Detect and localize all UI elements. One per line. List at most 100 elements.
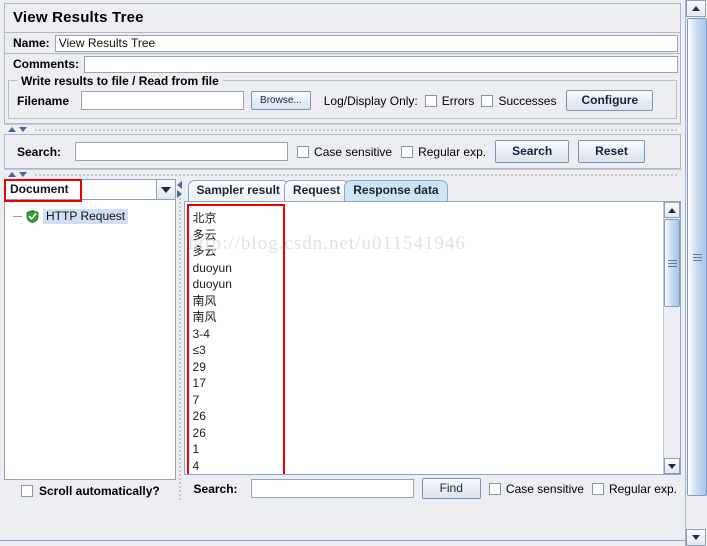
log-display-only-label: Log/Display Only:	[323, 93, 418, 108]
checkbox-box-icon	[297, 145, 310, 158]
successes-checkbox[interactable]: Successes	[481, 94, 556, 108]
response-line: 4	[192, 458, 200, 473]
collapse-down-icon[interactable]	[19, 127, 27, 132]
bottom-case-sensitive-checkbox[interactable]: Case sensitive	[488, 481, 584, 496]
divider-grip	[34, 174, 679, 176]
response-line: 26	[192, 409, 206, 423]
response-line: 7	[192, 392, 200, 407]
tree-connector-icon	[13, 215, 22, 217]
response-line: 26	[192, 425, 206, 440]
response-line: 17	[192, 376, 206, 390]
response-data-panel: http://blog.csdn.net/u011541946 北京 多云 多云…	[183, 201, 681, 475]
checkbox-box-icon	[591, 482, 604, 495]
response-line: ≤3	[192, 343, 206, 357]
bottom-regular-exp-checkbox[interactable]: Regular exp.	[591, 481, 677, 496]
reset-button[interactable]: Reset	[578, 140, 645, 163]
errors-checkbox[interactable]: Errors	[424, 93, 475, 108]
configure-button[interactable]: Configure	[566, 90, 654, 111]
collapse-down-icon[interactable]	[19, 172, 27, 177]
response-line: 北京	[192, 211, 217, 225]
comments-input[interactable]	[84, 55, 678, 73]
response-line: 29	[192, 359, 206, 374]
collapse-up-icon[interactable]	[8, 127, 16, 132]
bottom-search-input[interactable]	[250, 479, 414, 498]
tab-response-data[interactable]: Response data	[344, 180, 448, 201]
tree-item-label: HTTP Request	[43, 208, 129, 224]
name-label: Name:	[13, 36, 50, 50]
window-scroll-down-button[interactable]	[686, 529, 706, 546]
grip-icon	[667, 258, 677, 269]
window-scroll-up-button[interactable]	[686, 0, 706, 17]
scrollbar-thumb[interactable]	[664, 219, 680, 307]
response-line: 多云	[192, 244, 217, 258]
tabs-pane: Sampler result Request Response data htt…	[183, 179, 681, 502]
filename-row: Filename Browse... Log/Display Only: Err…	[15, 90, 670, 111]
search-regular-exp-checkbox[interactable]: Regular exp.	[401, 145, 486, 159]
response-line: 南风	[192, 310, 217, 324]
split-divider-middle[interactable]	[4, 169, 681, 179]
render-selector-combobox[interactable]: Document	[4, 179, 176, 202]
page-title: View Results Tree	[13, 9, 144, 26]
scroll-automatically-label: Scroll automatically?	[39, 484, 160, 498]
vertical-divider-grip	[178, 197, 181, 502]
window-scrollbar-thumb[interactable]	[687, 18, 707, 496]
response-vertical-scrollbar[interactable]	[663, 202, 680, 474]
search-button[interactable]: Search	[495, 140, 570, 163]
successes-label: Successes	[498, 93, 557, 108]
tree-item-http-request[interactable]: HTTP Request	[5, 207, 175, 225]
results-tree[interactable]: HTTP Request	[4, 200, 176, 480]
filename-label: Filename	[17, 93, 70, 108]
collapse-up-icon[interactable]	[8, 172, 16, 177]
scroll-down-button[interactable]	[664, 458, 680, 474]
find-button[interactable]: Find	[421, 478, 481, 499]
comments-label: Comments:	[13, 57, 80, 71]
search-label: Search:	[17, 144, 62, 159]
vertical-split-handle[interactable]	[175, 179, 184, 502]
errors-label: Errors	[441, 93, 475, 108]
checkbox-box-icon	[424, 94, 437, 107]
response-search-bar: Search: Find Case sensitive Regular exp.	[183, 475, 681, 502]
scroll-automatically-checkbox[interactable]: Scroll automatically?	[4, 480, 176, 502]
browse-button[interactable]: Browse...	[251, 91, 311, 110]
config-panel: View Results Tree Name: Comments: Write …	[4, 3, 681, 124]
bottom-search-label: Search:	[193, 481, 238, 496]
write-results-legend: Write results to file / Read from file	[17, 74, 223, 88]
scroll-up-button[interactable]	[664, 202, 680, 218]
response-line: duoyun	[192, 260, 232, 275]
checkbox-box-icon	[21, 485, 33, 497]
response-line: 3-4	[192, 326, 210, 341]
regular-exp-label: Regular exp.	[608, 481, 677, 496]
window-vertical-scrollbar[interactable]	[685, 0, 707, 546]
results-search-panel: Search: Case sensitive Regular exp. Sear…	[4, 134, 681, 169]
collapse-left-icon[interactable]	[176, 181, 182, 189]
case-sensitive-label: Case sensitive	[505, 481, 584, 496]
write-results-groupbox: Write results to file / Read from file F…	[8, 74, 677, 119]
checkbox-box-icon	[481, 94, 494, 107]
status-bar	[0, 540, 685, 546]
main-content: View Results Tree Name: Comments: Write …	[0, 0, 685, 546]
response-line: 多云	[192, 227, 217, 242]
filename-input[interactable]	[81, 91, 245, 110]
checkbox-box-icon	[401, 145, 414, 158]
response-line: 1	[192, 442, 200, 456]
response-line: duoyun	[192, 277, 232, 291]
chevron-down-icon[interactable]	[155, 180, 175, 199]
tabstrip: Sampler result Request Response data	[184, 179, 681, 201]
split-divider-top[interactable]	[4, 124, 681, 134]
success-shield-icon	[26, 209, 39, 223]
view-results-tree-window: View Results Tree Name: Comments: Write …	[0, 0, 707, 546]
comments-row: Comments:	[5, 53, 680, 74]
response-document-area[interactable]: http://blog.csdn.net/u011541946 北京 多云 多云…	[185, 202, 663, 474]
divider-grip	[34, 129, 679, 131]
case-sensitive-label: Case sensitive	[314, 144, 393, 159]
grip-icon	[692, 252, 702, 263]
name-row: Name:	[5, 32, 680, 53]
name-input[interactable]	[54, 34, 678, 52]
render-selector-value: Document	[10, 182, 69, 196]
tab-sampler-result[interactable]: Sampler result	[187, 180, 289, 201]
tab-request[interactable]: Request	[283, 180, 350, 201]
search-input[interactable]	[75, 142, 289, 161]
search-case-sensitive-checkbox[interactable]: Case sensitive	[297, 145, 392, 159]
regular-exp-label: Regular exp.	[418, 144, 487, 159]
response-line: 南风	[192, 293, 217, 308]
